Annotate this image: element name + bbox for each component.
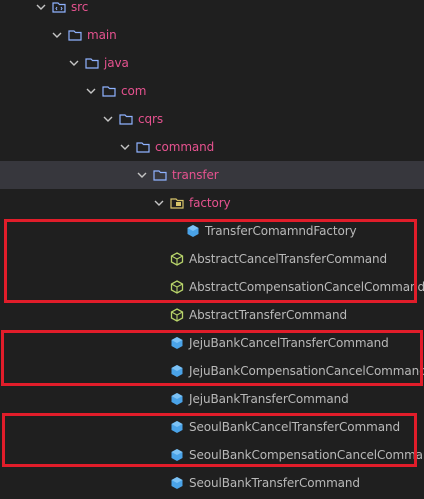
folder-icon (136, 140, 150, 154)
class-icon (170, 392, 184, 406)
folder-icon (85, 56, 99, 70)
src-folder-icon (52, 0, 66, 14)
class-icon (170, 476, 184, 490)
tree-file-label: JejuBankCompensationCancelCommand (189, 364, 424, 378)
tree-file-label: SeoulBankTransferCommand (189, 476, 360, 490)
folder-icon (153, 168, 167, 182)
tree-file-jejubank-transfer-command[interactable]: JejuBankTransferCommand (0, 385, 424, 413)
tree-folder-main[interactable]: main (0, 21, 424, 49)
class-icon (186, 224, 200, 238)
chevron-down-icon[interactable] (67, 56, 81, 70)
tree-folder-command[interactable]: command (0, 133, 424, 161)
chevron-down-icon[interactable] (101, 112, 115, 126)
tree-folder-label: main (87, 28, 117, 42)
tree-folder-label: cqrs (138, 112, 164, 126)
tree-folder-cqrs[interactable]: cqrs (0, 105, 424, 133)
class-icon (170, 420, 184, 434)
abstract-class-icon (170, 280, 184, 294)
tree-file-transfer-comamnd-factory[interactable]: TransferComamndFactory (0, 217, 424, 245)
tree-file-seoulbank-cancel-transfer-command[interactable]: SeoulBankCancelTransferCommand (0, 413, 424, 441)
tree-file-label: SeoulBankCancelTransferCommand (189, 420, 401, 434)
tree-file-seoulbank-transfer-command[interactable]: SeoulBankTransferCommand (0, 469, 424, 497)
tree-folder-label: transfer (172, 168, 219, 182)
chevron-down-icon[interactable] (135, 168, 149, 182)
chevron-down-icon[interactable] (118, 140, 132, 154)
tree-folder-com[interactable]: com (0, 77, 424, 105)
tree-file-jejubank-compensation-cancel-command[interactable]: JejuBankCompensationCancelCommand (0, 357, 424, 385)
file-tree: src main java com cqrs command transfer (0, 0, 424, 499)
folder-icon (119, 112, 133, 126)
tree-file-label: AbstractCompensationCancelCommand (189, 280, 424, 294)
class-icon (170, 336, 184, 350)
folder-icon (68, 28, 82, 42)
tree-file-label: AbstractTransferCommand (189, 308, 348, 322)
package-folder-icon (170, 196, 184, 210)
tree-file-label: JejuBankTransferCommand (189, 392, 349, 406)
abstract-class-icon (170, 308, 184, 322)
tree-folder-java[interactable]: java (0, 49, 424, 77)
tree-file-abstract-transfer-command[interactable]: AbstractTransferCommand (0, 301, 424, 329)
folder-icon (102, 84, 116, 98)
tree-folder-src[interactable]: src (0, 0, 424, 21)
tree-file-label: JejuBankCancelTransferCommand (189, 336, 389, 350)
tree-file-label: SeoulBankCompensationCancelCommand (189, 448, 424, 462)
tree-folder-label: src (71, 0, 89, 14)
abstract-class-icon (170, 252, 184, 266)
tree-file-abstract-cancel-transfer-command[interactable]: AbstractCancelTransferCommand (0, 245, 424, 273)
tree-file-jejubank-cancel-transfer-command[interactable]: JejuBankCancelTransferCommand (0, 329, 424, 357)
tree-file-seoulbank-compensation-cancel-command[interactable]: SeoulBankCompensationCancelCommand (0, 441, 424, 469)
chevron-down-icon[interactable] (34, 0, 48, 14)
class-icon (170, 448, 184, 462)
class-icon (170, 364, 184, 378)
chevron-down-icon[interactable] (84, 84, 98, 98)
tree-folder-label: java (104, 56, 129, 70)
tree-folder-factory[interactable]: factory (0, 189, 424, 217)
tree-folder-label: factory (189, 196, 231, 210)
tree-file-abstract-compensation-cancel-command[interactable]: AbstractCompensationCancelCommand (0, 273, 424, 301)
tree-folder-label: com (121, 84, 147, 98)
chevron-down-icon[interactable] (152, 196, 166, 210)
tree-folder-transfer[interactable]: transfer (0, 161, 424, 189)
tree-folder-label: command (155, 140, 215, 154)
chevron-down-icon[interactable] (50, 28, 64, 42)
tree-file-label: TransferComamndFactory (205, 224, 357, 238)
tree-file-label: AbstractCancelTransferCommand (189, 252, 388, 266)
